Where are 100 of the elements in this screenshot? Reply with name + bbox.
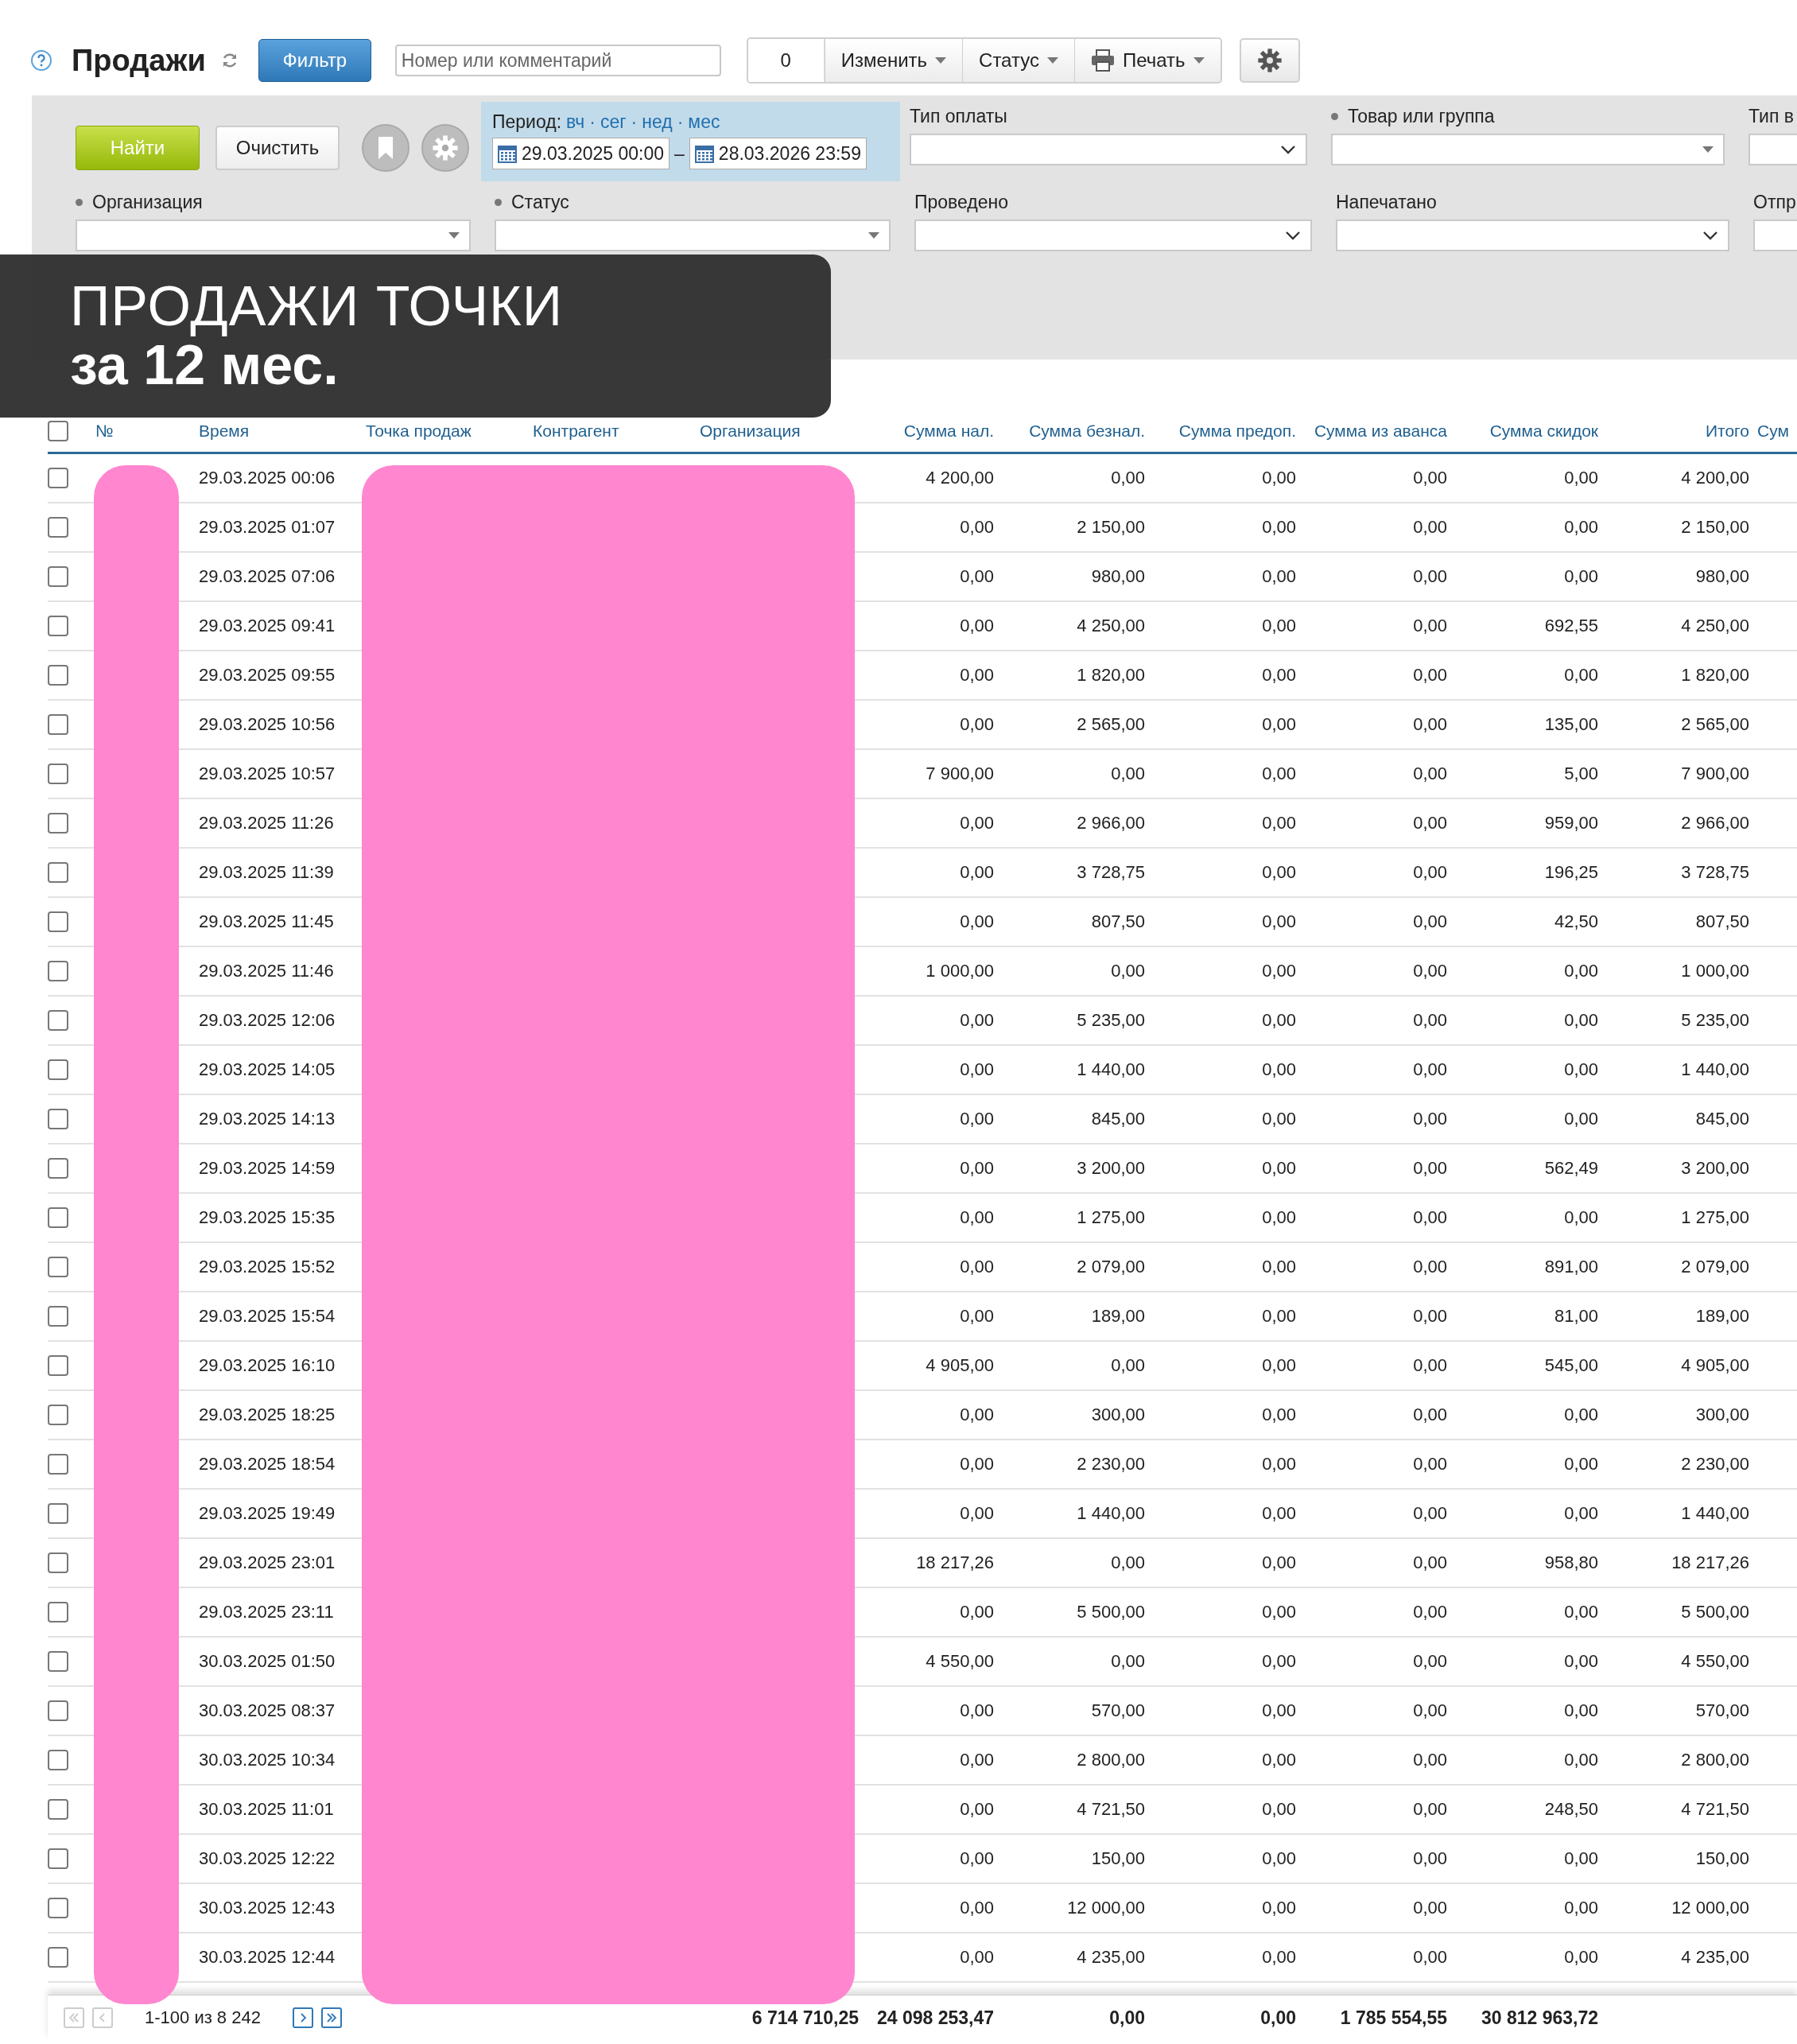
column-header[interactable]: Точка продаж [366, 422, 533, 441]
caret-icon [1046, 57, 1058, 64]
table-cell-text: 0,00 [1110, 1355, 1146, 1376]
checkbox[interactable] [48, 1750, 68, 1770]
checkbox[interactable] [48, 862, 68, 883]
table-cell-text: 4 235,00 [1076, 1947, 1146, 1968]
table-cell-text: 0,00 [959, 1848, 995, 1869]
period-link[interactable]: мес [688, 111, 720, 133]
select-field[interactable] [76, 220, 471, 251]
checkbox[interactable] [48, 1257, 68, 1277]
column-header[interactable]: Контрагент [533, 422, 700, 441]
checkbox[interactable] [48, 1947, 68, 1968]
column-header[interactable]: Сумма скидок [1455, 422, 1606, 441]
checkbox[interactable] [48, 665, 68, 686]
table-cell-text: 980,00 [1090, 566, 1146, 587]
settings-button[interactable] [1239, 38, 1300, 83]
select-field[interactable] [910, 134, 1307, 165]
checkbox[interactable] [48, 1602, 68, 1622]
checkbox[interactable] [48, 1405, 68, 1425]
checkbox[interactable] [48, 714, 68, 735]
checkbox[interactable] [48, 1552, 68, 1573]
checkbox[interactable] [48, 1355, 68, 1376]
table-cell-text: 0,00 [1412, 665, 1448, 686]
menu-button[interactable]: Изменить [824, 39, 963, 82]
checkbox[interactable] [48, 1700, 68, 1721]
select-field[interactable] [1336, 220, 1729, 251]
table-cell-text: 1 440,00 [1076, 1503, 1146, 1524]
checkbox[interactable] [48, 1651, 68, 1672]
column-header[interactable]: Время [199, 422, 366, 441]
table-cell-text: 29.03.2025 00:06 [199, 468, 336, 488]
column-header[interactable]: Итого [1606, 422, 1757, 441]
table-cell-text: 29.03.2025 15:52 [199, 1257, 336, 1277]
total-cell-text: 1 785 554,55 [1339, 2007, 1448, 2029]
clear-button[interactable]: Очистить [215, 126, 340, 170]
period-link[interactable]: вч [566, 111, 585, 133]
search-field[interactable]: Номер или комментарий [394, 45, 721, 76]
date-field[interactable]: 28.03.2026 23:59 [689, 138, 867, 169]
date-field[interactable]: 29.03.2025 00:00 [492, 138, 670, 169]
checkbox[interactable] [48, 1109, 68, 1129]
column-header[interactable]: Сумма из аванса [1304, 422, 1455, 441]
select-field[interactable] [495, 220, 891, 251]
period-link[interactable]: нед [642, 111, 673, 133]
table-cell-text: 300,00 [1090, 1405, 1146, 1425]
last-page-button[interactable] [320, 2007, 342, 2028]
menu-button[interactable]: Печать [1073, 39, 1221, 82]
table-cell-text: 29.03.2025 23:01 [199, 1552, 336, 1573]
table-cell-text: 7 900,00 [925, 764, 995, 784]
table-cell-text: 0,00 [1563, 468, 1599, 488]
next-page-button[interactable] [292, 2007, 313, 2028]
table-cell-text: 0,00 [1261, 1207, 1297, 1228]
checkbox[interactable] [48, 1454, 68, 1475]
checkbox[interactable] [48, 764, 68, 784]
table-cell-text: 30.03.2025 01:50 [199, 1651, 336, 1672]
checkbox[interactable] [48, 1010, 68, 1031]
checkbox[interactable] [48, 1799, 68, 1820]
select-field[interactable] [914, 220, 1312, 251]
checkbox[interactable] [48, 566, 68, 587]
bookmark-button[interactable] [362, 124, 409, 172]
table-cell-text: 2 230,00 [1680, 1454, 1750, 1475]
table-cell-text: 0,00 [1261, 1700, 1297, 1721]
table-cell-text: 570,00 [1090, 1700, 1146, 1721]
filter-button[interactable]: Фильтр [258, 39, 371, 82]
column-header[interactable]: Сумма предоп. [1153, 422, 1304, 441]
column-header[interactable]: Сумма нал. [867, 422, 1002, 441]
select-field[interactable] [1331, 134, 1725, 165]
checkbox[interactable] [48, 468, 68, 488]
checkbox[interactable] [48, 1207, 68, 1228]
period-link[interactable]: сег [600, 111, 627, 133]
column-header[interactable]: Сум [1757, 422, 1797, 441]
table-cell-text: 189,00 [1090, 1306, 1146, 1327]
checkbox[interactable] [48, 1158, 68, 1179]
table-cell-text: 2 565,00 [1680, 714, 1750, 735]
table-cell-text: 29.03.2025 11:39 [199, 862, 335, 883]
checkbox[interactable] [48, 1306, 68, 1327]
checkbox[interactable] [48, 517, 68, 538]
menu-button[interactable]: Статус [962, 39, 1074, 82]
table-cell-text: 0,00 [1563, 1898, 1599, 1918]
dropdown-icon [448, 232, 460, 239]
checkbox[interactable] [48, 1898, 68, 1918]
table-cell-text: 0,00 [1412, 961, 1448, 981]
column-header[interactable]: № [95, 422, 199, 441]
checkbox[interactable] [48, 421, 68, 441]
checkbox[interactable] [48, 1503, 68, 1524]
table-cell-text: 29.03.2025 16:10 [199, 1355, 336, 1376]
checkbox[interactable] [48, 616, 68, 636]
checkbox[interactable] [48, 813, 68, 834]
table-cell-text: 0,00 [1563, 1848, 1599, 1869]
table-cell-text: 29.03.2025 11:46 [199, 961, 335, 981]
arrow-icon [324, 2012, 338, 2023]
checkbox[interactable] [48, 1059, 68, 1080]
field-label: Отпр [1753, 191, 1796, 213]
checkbox[interactable] [48, 911, 68, 932]
column-header[interactable]: Сумма безнал. [1002, 422, 1153, 441]
help-icon[interactable] [30, 49, 52, 72]
table-cell-text: 0,00 [959, 1405, 995, 1425]
table-cell-text: 0,00 [1110, 764, 1146, 784]
column-header[interactable]: Организация [700, 422, 867, 441]
checkbox[interactable] [48, 961, 68, 981]
table-cell-text: 7 900,00 [1680, 764, 1750, 784]
checkbox[interactable] [48, 1848, 68, 1869]
